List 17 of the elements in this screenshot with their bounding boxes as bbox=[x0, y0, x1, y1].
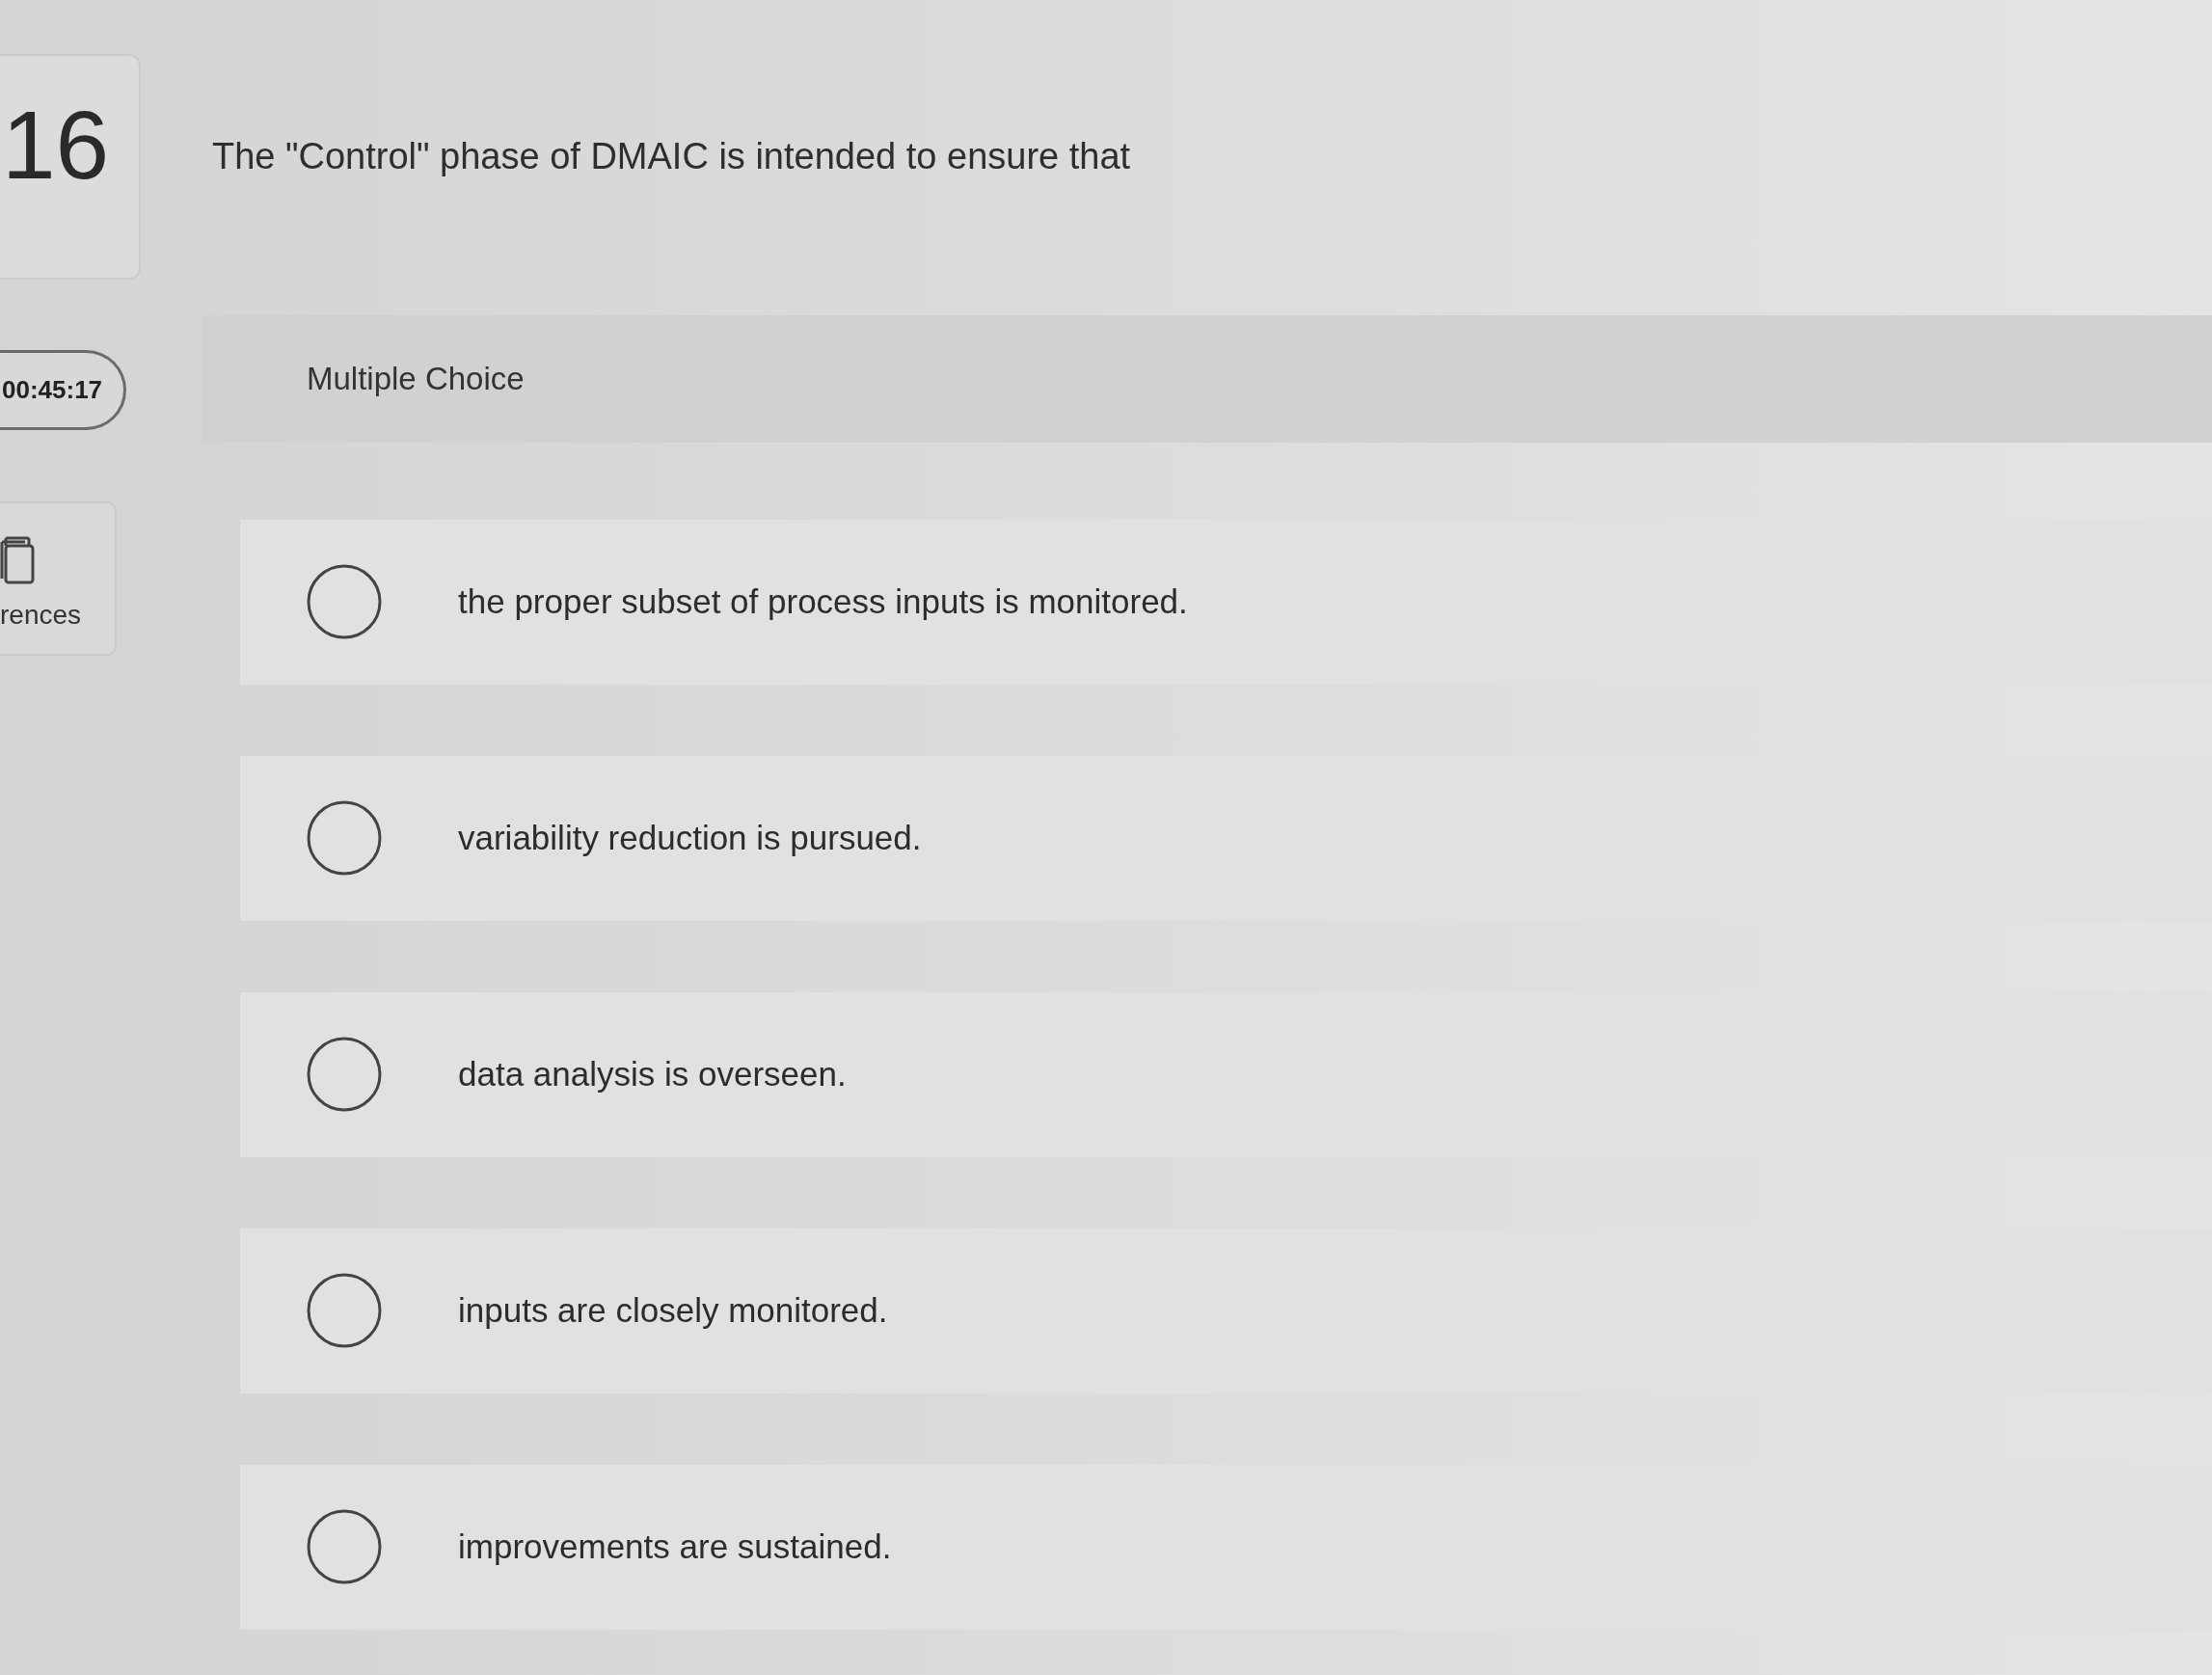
answer-option-text[interactable]: improvements are sustained. bbox=[458, 1521, 892, 1573]
references-label[interactable]: rences bbox=[0, 602, 82, 629]
stacked-pages-icon bbox=[0, 534, 37, 584]
question-type-label: Multiple Choice bbox=[307, 359, 525, 398]
radio-button[interactable] bbox=[307, 564, 382, 640]
answer-option-text[interactable]: data analysis is overseen. bbox=[458, 1048, 847, 1100]
timer-display: 00:45:17 bbox=[0, 350, 127, 430]
radio-button[interactable] bbox=[307, 800, 382, 877]
answer-option-text[interactable]: the proper subset of process inputs is monitored. bbox=[458, 576, 1188, 628]
radio-button[interactable] bbox=[307, 1509, 382, 1585]
radio-button[interactable] bbox=[307, 1037, 382, 1113]
answer-option-text[interactable]: variability reduction is pursued. bbox=[458, 812, 922, 864]
question-number: 16 bbox=[2, 96, 110, 193]
references-button[interactable]: rences bbox=[0, 501, 117, 656]
answer-option-text[interactable]: inputs are closely monitored. bbox=[458, 1284, 888, 1337]
radio-button[interactable] bbox=[307, 1273, 382, 1349]
question-text: The "Control" phase of DMAIC is intended to ensure that bbox=[212, 135, 1131, 178]
